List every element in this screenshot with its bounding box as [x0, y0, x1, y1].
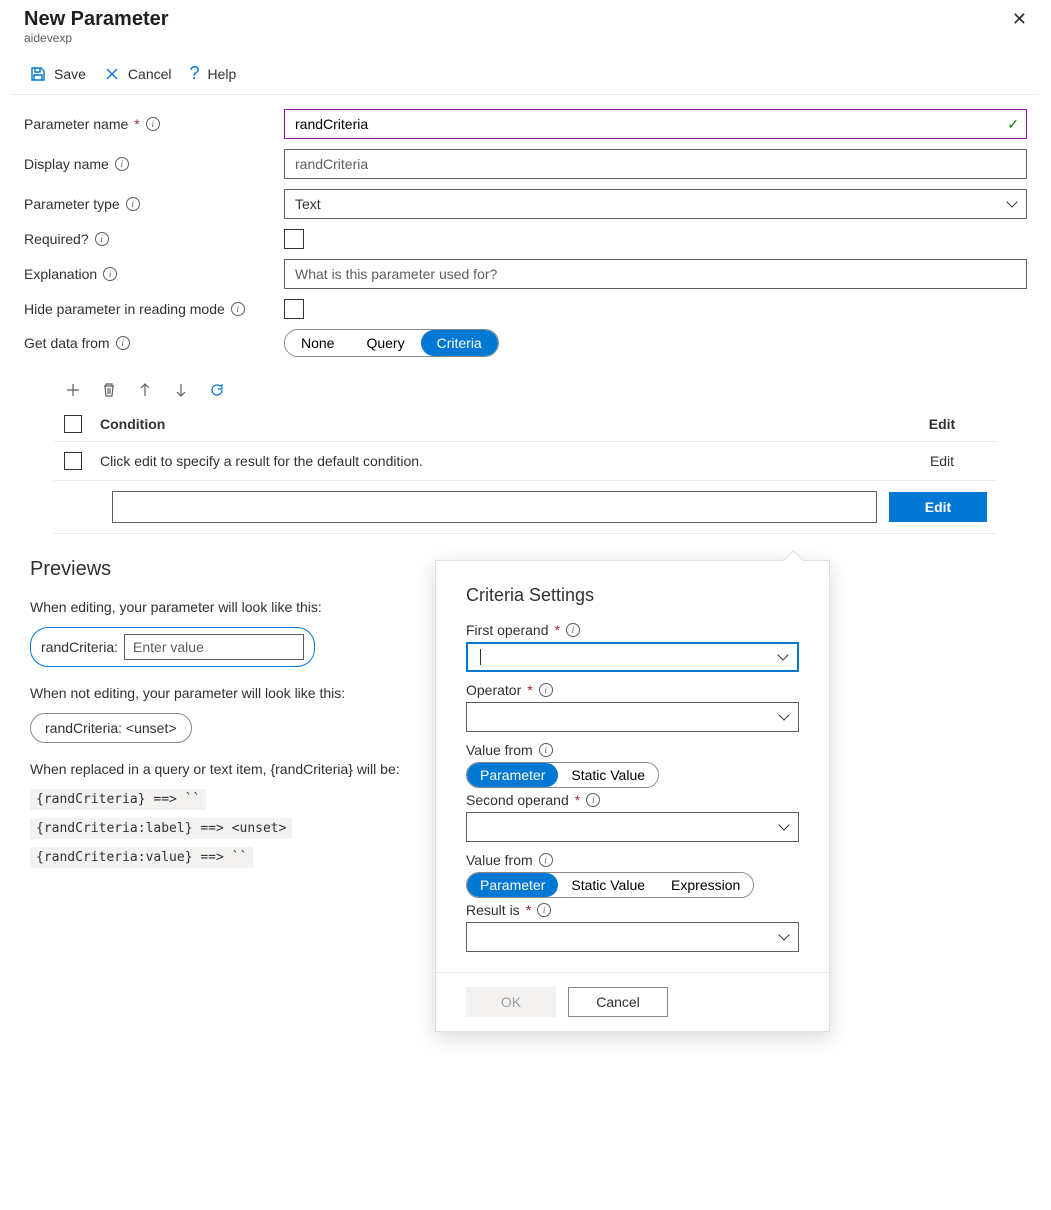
segment-static-value-2[interactable]: Static Value: [558, 873, 658, 897]
condition-input[interactable]: [112, 491, 877, 523]
readonly-pill: randCriteria: <unset>: [30, 713, 192, 743]
info-icon[interactable]: [231, 302, 245, 316]
refresh-icon[interactable]: [208, 381, 226, 399]
chevron-down-icon: [778, 709, 789, 720]
operator-label: Operator: [466, 682, 521, 698]
cancel-label: Cancel: [128, 66, 172, 82]
page-title: New Parameter: [24, 8, 169, 31]
chevron-down-icon: [778, 819, 789, 830]
required-label: Required?: [24, 231, 89, 247]
explanation-label: Explanation: [24, 266, 97, 282]
param-type-dropdown[interactable]: Text: [284, 189, 1027, 219]
info-icon[interactable]: [103, 267, 117, 281]
hide-label: Hide parameter in reading mode: [24, 301, 225, 317]
param-name-input[interactable]: [284, 109, 1027, 139]
arrow-up-icon[interactable]: [136, 381, 154, 399]
explanation-input[interactable]: [284, 259, 1027, 289]
code-sample-3: {randCriteria:value} ==> ``: [30, 847, 253, 868]
first-operand-label: First operand: [466, 622, 548, 638]
row-checkbox[interactable]: [64, 452, 82, 470]
result-is-dropdown[interactable]: [466, 922, 799, 952]
pill-label: randCriteria:: [41, 639, 118, 655]
info-icon[interactable]: [566, 623, 580, 637]
code-sample-1: {randCriteria} ==> ``: [30, 789, 206, 810]
result-is-label: Result is: [466, 902, 520, 918]
required-mark: *: [554, 622, 559, 638]
info-icon[interactable]: [126, 197, 140, 211]
segment-expression[interactable]: Expression: [658, 873, 753, 897]
popup-title: Criteria Settings: [466, 585, 799, 606]
chevron-down-icon: [777, 649, 788, 660]
close-icon: [104, 66, 120, 82]
info-icon[interactable]: [539, 853, 553, 867]
second-operand-label: Second operand: [466, 792, 569, 808]
select-all-checkbox[interactable]: [64, 415, 82, 433]
hide-checkbox[interactable]: [284, 299, 304, 319]
first-operand-dropdown[interactable]: [466, 642, 799, 672]
info-icon[interactable]: [539, 743, 553, 757]
display-name-label: Display name: [24, 156, 109, 172]
help-icon: ?: [190, 63, 200, 84]
param-name-label: Parameter name: [24, 116, 128, 132]
info-icon[interactable]: [537, 903, 551, 917]
popup-cancel-button[interactable]: Cancel: [568, 987, 668, 1017]
info-icon[interactable]: [95, 232, 109, 246]
help-label: Help: [208, 66, 237, 82]
edit-link[interactable]: Edit: [897, 453, 987, 469]
default-condition-text: Click edit to specify a result for the d…: [100, 453, 897, 469]
param-type-value: Text: [295, 196, 321, 212]
segment-static-value[interactable]: Static Value: [558, 763, 658, 787]
pill-input[interactable]: Enter value: [124, 634, 304, 660]
add-icon[interactable]: [64, 381, 82, 399]
save-icon: [30, 66, 46, 82]
display-name-input[interactable]: [284, 149, 1027, 179]
code-sample-2: {randCriteria:label} ==> <unset>: [30, 818, 292, 839]
required-checkbox[interactable]: [284, 229, 304, 249]
required-mark: *: [575, 792, 580, 808]
value-from-label-2: Value from: [466, 852, 533, 868]
trash-icon[interactable]: [100, 381, 118, 399]
chevron-down-icon: [778, 929, 789, 940]
cancel-button[interactable]: Cancel: [98, 59, 178, 88]
ok-button[interactable]: OK: [466, 987, 556, 1017]
required-mark: *: [526, 902, 531, 918]
checkmark-icon: ✓: [1007, 116, 1019, 133]
param-type-label: Parameter type: [24, 196, 120, 212]
info-icon[interactable]: [115, 157, 129, 171]
arrow-down-icon[interactable]: [172, 381, 190, 399]
help-button[interactable]: ? Help: [184, 59, 243, 88]
segment-query[interactable]: Query: [350, 330, 420, 356]
info-icon[interactable]: [116, 336, 130, 350]
criteria-settings-popup: Criteria Settings First operand * Operato…: [435, 560, 830, 1032]
info-icon[interactable]: [146, 117, 160, 131]
condition-header: Condition: [100, 416, 897, 432]
value-from-label: Value from: [466, 742, 533, 758]
segment-criteria[interactable]: Criteria: [421, 330, 498, 356]
segment-none[interactable]: None: [285, 330, 350, 356]
edit-header: Edit: [897, 416, 987, 432]
get-data-label: Get data from: [24, 335, 110, 351]
second-operand-dropdown[interactable]: [466, 812, 799, 842]
info-icon[interactable]: [586, 793, 600, 807]
required-mark: *: [527, 682, 532, 698]
required-mark: *: [134, 116, 139, 132]
close-icon[interactable]: ✕: [1012, 9, 1027, 30]
edit-button[interactable]: Edit: [889, 492, 987, 522]
chevron-down-icon: [1006, 196, 1017, 207]
save-button[interactable]: Save: [24, 59, 92, 88]
operator-dropdown[interactable]: [466, 702, 799, 732]
segment-parameter-2[interactable]: Parameter: [467, 873, 558, 897]
segment-parameter[interactable]: Parameter: [467, 763, 558, 787]
info-icon[interactable]: [539, 683, 553, 697]
save-label: Save: [54, 66, 86, 82]
editing-pill[interactable]: randCriteria: Enter value: [30, 627, 315, 667]
subdomain-label: aidevexp: [12, 31, 1039, 53]
